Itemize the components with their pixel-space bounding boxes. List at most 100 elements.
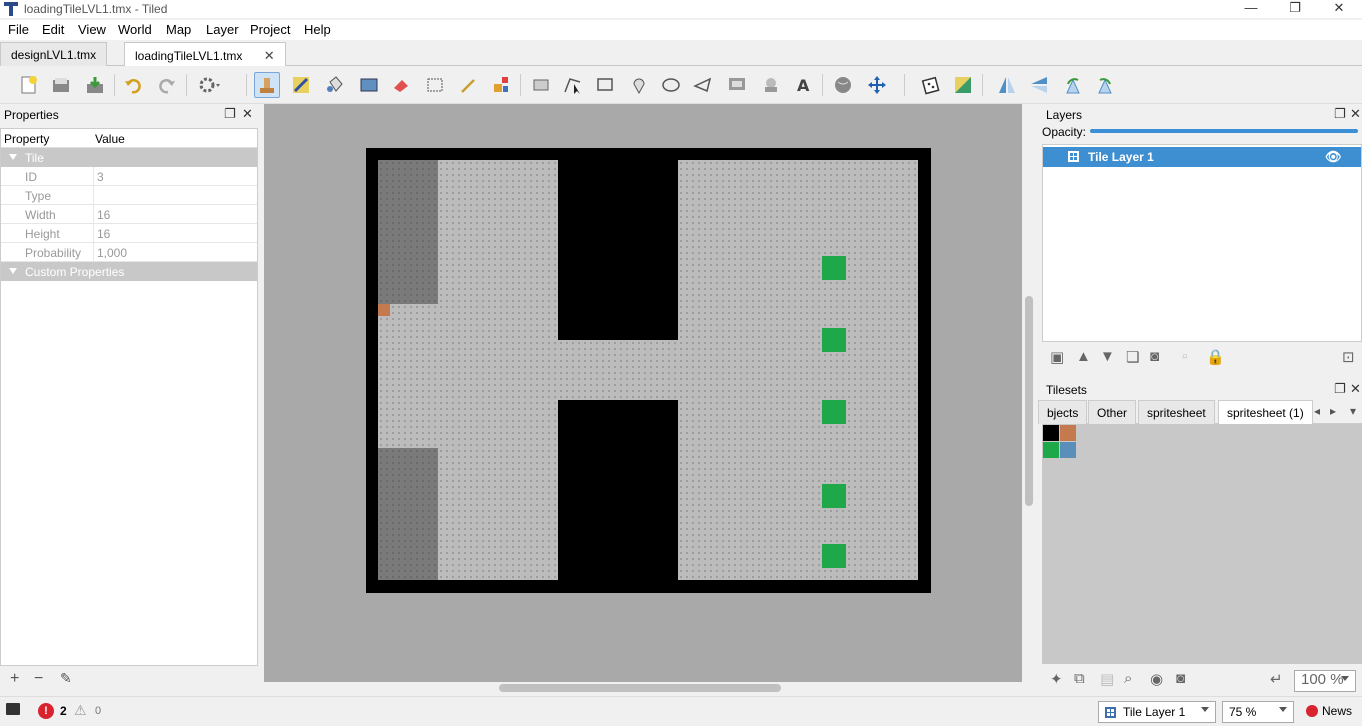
property-row-height[interactable]: Height 16 (1, 224, 257, 243)
edit-polygons-icon[interactable] (560, 72, 586, 98)
menu-edit[interactable]: Edit (42, 22, 64, 37)
commands-icon[interactable] (196, 72, 222, 98)
minimize-button[interactable]: — (1228, 0, 1274, 18)
float-panel-icon[interactable]: ❐ (224, 106, 236, 122)
group-custom-properties[interactable]: Custom Properties (1, 262, 257, 281)
error-icon[interactable]: ! (38, 703, 54, 719)
console-icon[interactable] (6, 703, 20, 715)
map-zoom-select[interactable]: 75 % (1222, 701, 1294, 723)
property-row-width[interactable]: Width 16 (1, 205, 257, 224)
menu-project[interactable]: Project (250, 22, 290, 37)
tab-loadingtilelvl1[interactable]: loadingTileLVL1.tmx ✕ (124, 42, 286, 66)
scroll-thumb[interactable] (1025, 296, 1033, 506)
insert-rectangle-icon[interactable] (592, 72, 618, 98)
menu-file[interactable]: File (8, 22, 29, 37)
open-icon[interactable] (48, 72, 74, 98)
tileset-tile[interactable] (1060, 425, 1076, 441)
insert-polygon-icon[interactable] (690, 72, 716, 98)
property-row-type[interactable]: Type (1, 186, 257, 205)
insert-template-icon[interactable] (758, 72, 784, 98)
undo-icon[interactable] (120, 72, 146, 98)
tab-menu-chevron-down-icon[interactable]: ▾ (1350, 404, 1356, 418)
stamp-brush-icon[interactable] (254, 72, 280, 98)
new-layer-icon[interactable]: ▣ (1050, 348, 1064, 366)
new-map-icon[interactable] (16, 72, 42, 98)
current-layer-select[interactable]: Tile Layer 1 (1098, 701, 1216, 723)
rectangular-select-icon[interactable] (422, 72, 448, 98)
tab-other[interactable]: Other (1088, 400, 1137, 424)
tileset-color-icon[interactable]: ◉ (1150, 670, 1163, 688)
move-icon[interactable] (864, 72, 890, 98)
group-tile[interactable]: Tile (1, 148, 257, 167)
save-icon[interactable] (82, 72, 108, 98)
dynamic-wrap-icon[interactable]: ↵ (1270, 670, 1283, 688)
close-window-button[interactable]: ✕ (1316, 0, 1362, 18)
tab-spritesheet-1[interactable]: spritesheet (1) (1218, 400, 1313, 424)
remove-property-button[interactable]: − (34, 670, 43, 688)
embed-tileset-icon[interactable]: ⧉ (1074, 670, 1085, 687)
menu-help[interactable]: Help (304, 22, 331, 37)
new-tileset-icon[interactable]: ✦ (1050, 670, 1063, 688)
vertical-scrollbar[interactable] (1022, 104, 1036, 682)
tileset-zoom-select[interactable]: 100 % (1294, 670, 1356, 692)
tab-objects[interactable]: bjects (1038, 400, 1088, 424)
rotate-right-icon[interactable] (1092, 72, 1118, 98)
select-objects-icon[interactable] (528, 72, 554, 98)
tab-designlvl1[interactable]: designLVL1.tmx (0, 42, 108, 66)
close-tab-icon[interactable]: ✕ (264, 48, 275, 63)
redo-icon[interactable] (154, 72, 180, 98)
edit-property-button[interactable]: ✎ (60, 670, 72, 687)
menu-layer[interactable]: Layer (206, 22, 239, 37)
float-panel-icon[interactable]: ❐ (1334, 381, 1346, 397)
news-button[interactable]: News (1322, 704, 1352, 718)
tab-spritesheet[interactable]: spritesheet (1138, 400, 1215, 424)
flip-horizontal-icon[interactable] (994, 72, 1020, 98)
tileset-tile[interactable] (1060, 442, 1076, 458)
close-panel-icon[interactable]: ✕ (1350, 106, 1361, 122)
maximize-button[interactable]: ❐ (1272, 0, 1318, 18)
opacity-slider[interactable] (1090, 129, 1358, 133)
tab-scroll-left-icon[interactable]: ◂ (1314, 404, 1320, 418)
wang-fill-icon[interactable] (950, 72, 976, 98)
float-panel-icon[interactable]: ❐ (1334, 106, 1346, 122)
raise-layer-icon[interactable]: ▲ (1076, 348, 1091, 365)
bucket-fill-icon[interactable] (322, 72, 348, 98)
close-panel-icon[interactable]: ✕ (242, 106, 253, 122)
layer-options-icon[interactable]: ⊡ (1342, 348, 1355, 366)
lower-layer-icon[interactable]: ▼ (1100, 348, 1115, 365)
close-panel-icon[interactable]: ✕ (1350, 381, 1361, 397)
tileset-tile[interactable] (1043, 425, 1059, 441)
scroll-thumb[interactable] (499, 684, 781, 692)
tab-scroll-right-icon[interactable]: ▸ (1330, 404, 1336, 418)
shape-fill-icon[interactable] (356, 72, 382, 98)
tileset-tile[interactable] (1043, 442, 1059, 458)
flip-vertical-icon[interactable] (1026, 72, 1052, 98)
insert-point-icon[interactable] (626, 72, 652, 98)
visibility-eye-icon[interactable]: 👁 (1325, 149, 1342, 165)
property-row-probability[interactable]: Probability 1,000 (1, 243, 257, 262)
magic-wand-icon[interactable] (456, 72, 482, 98)
rotate-left-icon[interactable] (1060, 72, 1086, 98)
lock-layer-icon[interactable]: 🔒 (1206, 348, 1225, 366)
add-property-button[interactable]: + (10, 670, 19, 688)
remove-tileset-icon[interactable]: ◙ (1176, 670, 1185, 687)
tile-map[interactable] (366, 148, 931, 593)
property-row-id[interactable]: ID 3 (1, 167, 257, 186)
menu-view[interactable]: View (78, 22, 106, 37)
terrain-brush-icon[interactable] (288, 72, 314, 98)
menu-world[interactable]: World (118, 22, 152, 37)
horizontal-scrollbar[interactable] (264, 682, 1022, 694)
menu-map[interactable]: Map (166, 22, 191, 37)
insert-ellipse-icon[interactable] (658, 72, 684, 98)
world-tool-icon[interactable] (830, 72, 856, 98)
duplicate-layer-icon[interactable]: ❏ (1126, 348, 1139, 366)
random-mode-icon[interactable] (918, 72, 944, 98)
delete-layer-icon[interactable]: ◙ (1150, 348, 1159, 365)
export-tileset-icon[interactable]: ▤ (1100, 670, 1114, 688)
select-same-tile-icon[interactable] (488, 72, 514, 98)
warning-icon[interactable]: ⚠ (74, 702, 87, 719)
insert-text-icon[interactable]: A (790, 72, 816, 98)
merge-layer-icon[interactable]: ▫ (1182, 348, 1187, 365)
insert-tile-icon[interactable] (724, 72, 750, 98)
eraser-icon[interactable] (388, 72, 414, 98)
